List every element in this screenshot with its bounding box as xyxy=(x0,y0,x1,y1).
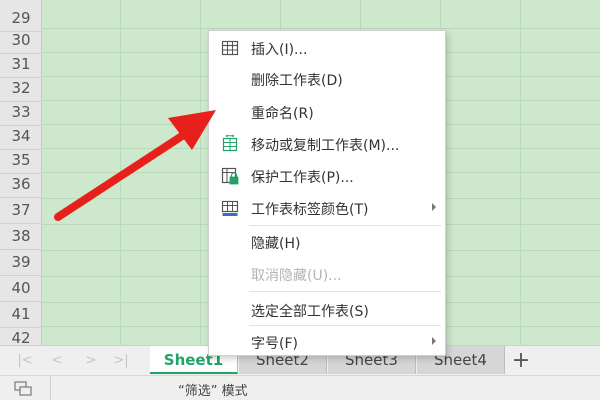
menu-item-label: 工作表标签颜色(T) xyxy=(251,202,369,218)
menu-item-protect-sheet[interactable]: 保护工作表(P)... xyxy=(209,161,445,191)
menu-item-label: 隐藏(H) xyxy=(251,236,301,252)
status-divider xyxy=(50,376,51,400)
menu-item-label: 保护工作表(P)... xyxy=(251,170,354,186)
submenu-arrow-icon xyxy=(432,337,436,345)
menu-item-label: 字号(F) xyxy=(251,336,298,352)
row-headers: 29 30 31 32 33 34 35 36 37 38 39 40 41 4… xyxy=(0,0,42,345)
menu-item-label: 删除工作表(D) xyxy=(251,73,343,89)
menu-item-label: 插入(I)... xyxy=(251,42,308,58)
menu-item-rename[interactable]: 重命名(R) xyxy=(209,97,445,127)
row-header[interactable]: 42 xyxy=(0,324,42,345)
sheet-view-icon[interactable] xyxy=(14,381,34,397)
menu-item-tab-color[interactable]: 工作表标签颜色(T) xyxy=(209,193,445,223)
previous-sheet-nav-icon[interactable]: < xyxy=(48,352,66,370)
menu-separator xyxy=(249,225,441,226)
menu-item-insert[interactable]: 插入(I)... xyxy=(209,33,445,63)
menu-item-move-copy[interactable]: 移动或复制工作表(M)... xyxy=(209,129,445,159)
menu-item-font-size[interactable]: 字号(F) xyxy=(209,327,445,357)
insert-table-icon xyxy=(221,40,239,56)
row-header[interactable]: 39 xyxy=(0,248,42,276)
move-copy-sheet-icon xyxy=(222,135,238,152)
menu-item-label: 选定全部工作表(S) xyxy=(251,304,369,320)
menu-item-select-all-sheets[interactable]: 选定全部工作表(S) xyxy=(209,295,445,325)
menu-item-delete-sheet[interactable]: 删除工作表(D) xyxy=(209,64,445,94)
row-header[interactable]: 38 xyxy=(0,222,42,250)
next-sheet-nav-icon[interactable]: > xyxy=(82,352,100,370)
menu-item-label: 移动或复制工作表(M)... xyxy=(251,138,400,154)
sheet-tab-context-menu: 插入(I)... 删除工作表(D) 重命名(R) 移动或复制工作表(M)... … xyxy=(208,30,446,356)
submenu-arrow-icon xyxy=(432,203,436,211)
row-header[interactable]: 36 xyxy=(0,170,42,198)
status-bar: “筛选” 模式 xyxy=(0,375,600,400)
tab-color-icon xyxy=(221,200,239,216)
row-header[interactable]: 37 xyxy=(0,196,42,224)
first-sheet-nav-icon[interactable]: |< xyxy=(16,352,34,370)
row-header[interactable]: 40 xyxy=(0,274,42,302)
menu-item-label: 重命名(R) xyxy=(251,106,314,122)
row-gridline xyxy=(42,28,600,29)
protect-sheet-lock-icon xyxy=(221,167,239,185)
filter-mode-status: “筛选” 模式 xyxy=(178,384,248,399)
menu-item-unhide: 取消隐藏(U)... xyxy=(209,259,445,289)
menu-separator xyxy=(249,291,441,292)
menu-separator xyxy=(249,325,441,326)
menu-item-hide[interactable]: 隐藏(H) xyxy=(209,227,445,257)
menu-item-label: 取消隐藏(U)... xyxy=(251,268,342,284)
add-sheet-button[interactable]: + xyxy=(508,348,534,374)
last-sheet-nav-icon[interactable]: >| xyxy=(112,352,130,370)
